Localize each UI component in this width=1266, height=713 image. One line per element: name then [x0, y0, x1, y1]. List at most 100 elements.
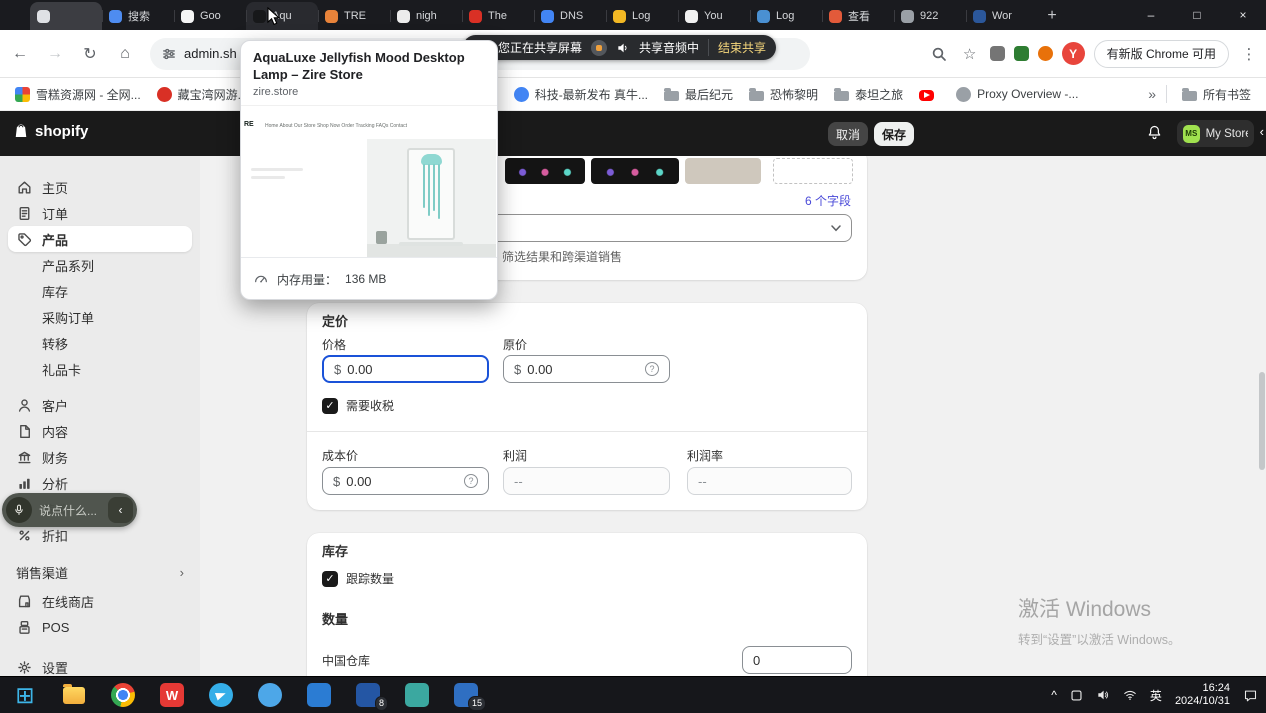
sidebar-item[interactable]: 转移: [8, 330, 192, 356]
browser-tab[interactable]: [30, 2, 102, 30]
all-bookmarks-button[interactable]: 所有书签: [1177, 83, 1256, 106]
browser-menu-icon[interactable]: ⋮: [1238, 43, 1260, 65]
sidebar-item[interactable]: 库存: [8, 278, 192, 304]
taskbar-clock[interactable]: 16:24 2024/10/31: [1175, 682, 1230, 708]
bookmark-item[interactable]: 恐怖黎明: [744, 83, 823, 106]
voice-input-widget[interactable]: 说点什么... ‹: [2, 493, 137, 527]
taskbar-app-button[interactable]: [306, 682, 332, 708]
browser-tab[interactable]: DNS: [534, 2, 606, 30]
home-icon[interactable]: ⌂: [110, 39, 140, 69]
stop-sharing-button[interactable]: 结束共享: [708, 39, 766, 56]
browser-tab[interactable]: TRE: [318, 2, 390, 30]
taskbar-app-button[interactable]: [61, 682, 87, 708]
extension-icon-1[interactable]: [990, 46, 1005, 61]
save-button[interactable]: 保存: [874, 122, 914, 146]
sidebar-item[interactable]: 在线商店: [8, 588, 192, 614]
bookmark-item[interactable]: 藏宝湾网游...: [152, 83, 253, 106]
network-icon[interactable]: [1123, 688, 1137, 702]
sidebar-item[interactable]: 财务: [8, 444, 192, 470]
sidebar-item[interactable]: 采购订单: [8, 304, 192, 330]
browser-tab[interactable]: 搜索: [102, 2, 174, 30]
browser-tab[interactable]: 922: [894, 2, 966, 30]
store-menu[interactable]: MS My Store: [1177, 120, 1254, 147]
forward-icon[interactable]: →: [40, 39, 70, 69]
track-quantity-checkbox[interactable]: ✓: [322, 571, 338, 587]
browser-tab[interactable]: Log: [750, 2, 822, 30]
browser-tab[interactable]: Goo: [174, 2, 246, 30]
browser-tab[interactable]: Aqu: [246, 2, 318, 30]
profile-avatar[interactable]: Y: [1062, 42, 1085, 65]
sidebar-item[interactable]: 订单: [8, 200, 192, 226]
bookmark-item[interactable]: 雪糕资源网 - 全网...: [10, 83, 146, 106]
taskbar-app-button[interactable]: [257, 682, 283, 708]
bookmark-item[interactable]: 泰坦之旅: [829, 83, 908, 106]
minimize-button[interactable]: –: [1128, 0, 1174, 30]
browser-tab[interactable]: nigh: [390, 2, 462, 30]
volume-icon[interactable]: [1096, 688, 1110, 702]
taskbar-app-button[interactable]: 8: [355, 682, 381, 708]
sidebar-item-settings[interactable]: 设置: [8, 654, 192, 676]
browser-tab[interactable]: 查看: [822, 2, 894, 30]
product-thumbnail[interactable]: [591, 158, 679, 184]
back-icon[interactable]: ←: [5, 39, 35, 69]
taskbar-app-button[interactable]: [12, 682, 38, 708]
track-quantity-row[interactable]: ✓ 跟踪数量: [322, 570, 394, 587]
browser-tab[interactable]: The: [462, 2, 534, 30]
action-center-icon[interactable]: [1243, 688, 1258, 703]
fields-count-link[interactable]: 6 个字段: [805, 192, 851, 209]
help-icon[interactable]: ?: [645, 362, 659, 376]
taskbar-app-button[interactable]: [208, 682, 234, 708]
price-input[interactable]: $ 0.00: [322, 355, 489, 383]
microphone-icon[interactable]: [6, 497, 32, 523]
cost-input[interactable]: $ 0.00 ?: [322, 467, 489, 495]
sidebar-item[interactable]: 内容: [8, 418, 192, 444]
sidebar-item[interactable]: POS: [8, 614, 192, 640]
sidebar-item[interactable]: 主页: [8, 174, 192, 200]
charge-tax-checkbox[interactable]: ✓: [322, 398, 338, 414]
tray-expand-icon[interactable]: ^: [1051, 688, 1057, 702]
input-language-indicator[interactable]: 英: [1150, 687, 1162, 704]
tray-app-icon[interactable]: [1070, 689, 1083, 702]
bookmark-star-icon[interactable]: ☆: [959, 43, 981, 65]
browser-tab[interactable]: You: [678, 2, 750, 30]
bookmark-item[interactable]: 最后纪元: [659, 83, 738, 106]
quantity-input[interactable]: 0: [742, 646, 852, 674]
discard-button[interactable]: 取消: [828, 122, 868, 146]
compare-at-price-input[interactable]: $ 0.00 ?: [503, 355, 670, 383]
notifications-bell-icon[interactable]: [1146, 124, 1163, 146]
product-thumbnail[interactable]: [505, 158, 585, 184]
new-tab-button[interactable]: +: [1038, 2, 1066, 30]
add-media-tile[interactable]: [773, 158, 853, 184]
taskbar-app-button[interactable]: [110, 682, 136, 708]
extension-icon-3[interactable]: [1038, 46, 1053, 61]
sidebar-item[interactable]: 产品: [8, 226, 192, 252]
charge-tax-row[interactable]: ✓ 需要收税: [322, 397, 394, 414]
collapse-panel-icon[interactable]: ‹: [1260, 124, 1264, 139]
reload-icon[interactable]: ↻: [75, 39, 105, 69]
page-scrollbar[interactable]: [1259, 372, 1265, 470]
bookmark-item[interactable]: Proxy Overview -...: [951, 84, 1083, 105]
bookmark-item[interactable]: 科技-最新发布 真牛...: [509, 83, 653, 106]
maximize-button[interactable]: □: [1174, 0, 1220, 30]
sidebar-item[interactable]: 礼品卡: [8, 356, 192, 382]
close-button[interactable]: ×: [1220, 0, 1266, 30]
help-icon[interactable]: ?: [464, 474, 478, 488]
bookmark-item[interactable]: [914, 85, 945, 104]
browser-tab[interactable]: Log: [606, 2, 678, 30]
zoom-search-icon[interactable]: [928, 43, 950, 65]
sidebar-section-sales-channels[interactable]: 销售渠道 ›: [16, 560, 184, 584]
taskbar-app-button[interactable]: [404, 682, 430, 708]
extension-icon-2[interactable]: [1014, 46, 1029, 61]
site-settings-icon[interactable]: [162, 47, 176, 61]
taskbar-app-button[interactable]: 15: [453, 682, 479, 708]
shopify-logo[interactable]: shopify: [12, 122, 88, 140]
browser-tab[interactable]: Wor: [966, 2, 1038, 30]
toolbar-right: ☆ Y 有新版 Chrome 可用 ⋮: [928, 40, 1266, 68]
taskbar-app-button[interactable]: W: [159, 682, 185, 708]
sidebar-item[interactable]: 产品系列: [8, 252, 192, 278]
sidebar-item[interactable]: 客户: [8, 392, 192, 418]
bookmarks-overflow-icon[interactable]: »: [1148, 86, 1156, 102]
chrome-update-chip[interactable]: 有新版 Chrome 可用: [1094, 40, 1229, 68]
product-thumbnail[interactable]: [685, 158, 761, 184]
collapse-widget-button[interactable]: ‹: [108, 497, 133, 523]
